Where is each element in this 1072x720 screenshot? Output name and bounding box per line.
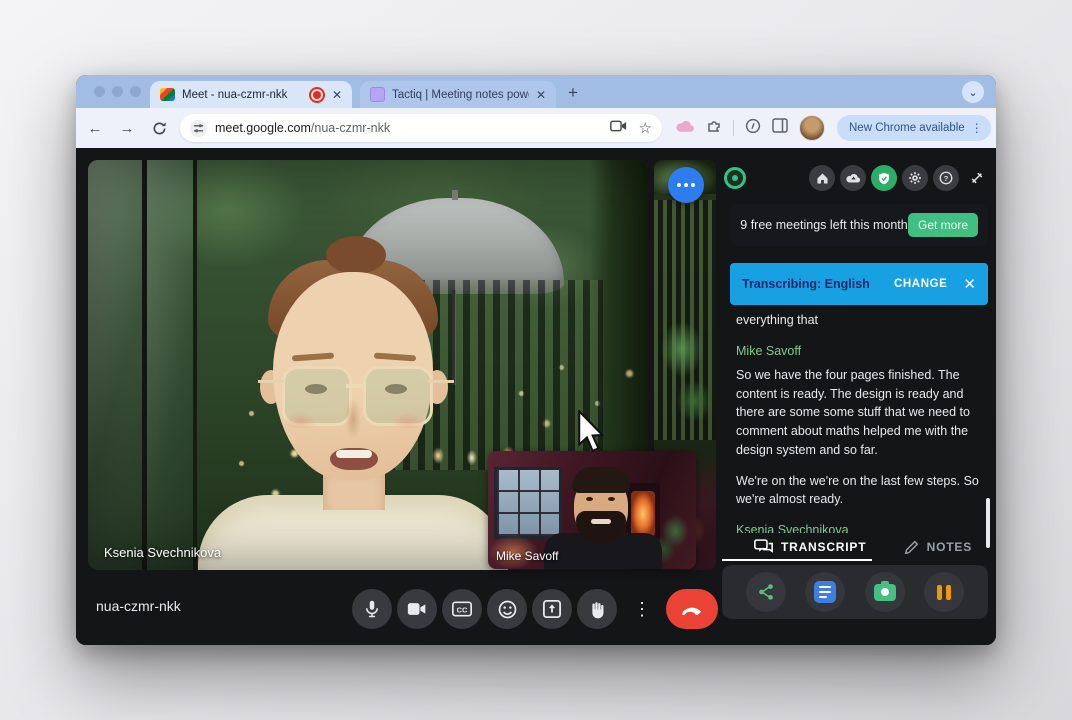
tactiq-sidebar: ? 9 free meetings left this month Get mo… [722, 160, 990, 640]
cloud-upload-icon[interactable] [840, 165, 866, 191]
tactiq-logo-icon[interactable] [724, 167, 746, 189]
update-pill-label: New Chrome available [849, 122, 965, 134]
transcript-text: We're on the we're on the last few steps… [736, 472, 982, 510]
close-tab-icon[interactable]: ✕ [536, 89, 546, 101]
raise-hand-icon[interactable] [577, 589, 617, 629]
end-call-icon[interactable] [666, 589, 718, 629]
close-icon[interactable]: ✕ [963, 275, 976, 293]
home-icon[interactable] [809, 165, 835, 191]
tactiq-cloud-icon[interactable] [676, 119, 695, 138]
meet-favicon [160, 88, 175, 101]
free-meetings-banner: 9 free meetings left this month Get more [730, 204, 988, 246]
tab-label: NOTES [927, 540, 972, 554]
reload-icon[interactable] [146, 115, 172, 141]
transcribing-label: Transcribing: English [742, 277, 870, 291]
meet-page: Ksenia Svechnikova Mike Savoff [76, 148, 996, 645]
tab-search-button[interactable]: ⌄ [962, 81, 984, 103]
chrome-update-pill[interactable]: New Chrome available ⋮ [837, 115, 991, 141]
share-icon[interactable] [746, 572, 786, 612]
docs-icon[interactable] [805, 572, 845, 612]
window-minimize-button[interactable] [112, 86, 123, 97]
bookmark-star-icon[interactable]: ☆ [639, 119, 652, 137]
tab-meet[interactable]: Meet - nua-czmr-nkk ✕ [150, 81, 352, 108]
active-tab-underline [722, 559, 872, 561]
new-tab-button[interactable]: + [568, 83, 578, 103]
url-text: meet.google.com/nua-czmr-nkk [215, 121, 604, 135]
mouse-cursor [576, 410, 608, 461]
recording-indicator-icon [309, 87, 325, 103]
more-menu-icon[interactable]: ⋮ [971, 121, 983, 135]
tab-notes[interactable]: NOTES [904, 540, 972, 555]
url-domain: meet.google.com [215, 121, 311, 135]
help-icon[interactable]: ? [933, 165, 959, 191]
extensions-puzzle-icon[interactable] [706, 118, 722, 139]
forward-icon[interactable]: → [114, 115, 140, 141]
svg-text:?: ? [944, 174, 949, 183]
more-options-icon[interactable]: ⋮ [622, 589, 662, 629]
transcript-speaker: Mike Savoff [736, 344, 982, 358]
extension-circle-icon[interactable] [745, 118, 761, 139]
tab-label: TRANSCRIPT [781, 540, 866, 554]
tactiq-favicon [370, 87, 385, 102]
address-bar[interactable]: meet.google.com/nua-czmr-nkk ☆ [180, 114, 662, 142]
close-tab-icon[interactable]: ✕ [332, 89, 342, 101]
tab-title: Meet - nua-czmr-nkk [182, 89, 302, 101]
desktop-background: Meet - nua-czmr-nkk ✕ Tactiq | Meeting n… [0, 0, 1072, 720]
tactiq-tabs: TRANSCRIPT NOTES [730, 534, 988, 560]
side-panel-icon[interactable] [772, 118, 788, 138]
person-hair [572, 467, 630, 493]
tab-title: Tactiq | Meeting notes powe [392, 89, 529, 101]
change-language-button[interactable]: CHANGE [894, 278, 947, 290]
get-more-button[interactable]: Get more [908, 213, 978, 237]
reactions-icon[interactable] [487, 589, 527, 629]
window-zoom-button[interactable] [130, 86, 141, 97]
transcript-text: everything that [736, 311, 982, 330]
participant-name-label: Ksenia Svechnikova [104, 545, 221, 560]
microphone-icon[interactable] [352, 589, 392, 629]
screenshot-camera-icon[interactable] [865, 572, 905, 612]
camera-permission-icon[interactable] [610, 119, 627, 138]
transcript-list[interactable]: everything that Mike Savoff So we have the… [730, 305, 988, 533]
shield-check-icon[interactable] [871, 165, 897, 191]
svg-text:CC: CC [457, 605, 468, 614]
tab-strip: Meet - nua-czmr-nkk ✕ Tactiq | Meeting n… [76, 75, 996, 108]
camera-icon[interactable] [397, 589, 437, 629]
pip-video-tile[interactable]: Mike Savoff [488, 451, 696, 569]
free-meetings-text: 9 free meetings left this month [740, 217, 908, 233]
meeting-code-label: nua-czmr-nkk [96, 598, 181, 614]
person-eye [586, 497, 593, 501]
url-path: /nua-czmr-nkk [311, 121, 390, 135]
tab-transcript[interactable]: TRANSCRIPT [754, 539, 866, 555]
participant-name-label: Mike Savoff [496, 549, 558, 563]
profile-avatar[interactable] [799, 115, 825, 141]
transcript-speaker: Ksenia Svechnikova [736, 523, 982, 533]
present-icon[interactable] [532, 589, 572, 629]
tactiq-action-bar [722, 565, 988, 619]
gear-icon[interactable] [902, 165, 928, 191]
person-eye [608, 497, 615, 501]
pencil-icon [904, 540, 919, 555]
browser-toolbar: ← → meet.google.com/nua-czmr-nkk ☆ New C… [76, 108, 996, 148]
captions-icon[interactable]: CC [442, 589, 482, 629]
scene-window [494, 467, 562, 539]
scene-plants [654, 310, 716, 440]
tactiq-header: ? [724, 162, 990, 194]
person-mouth [591, 519, 611, 524]
floating-chat-dots-bubble[interactable] [668, 167, 704, 203]
transcribing-language-bar: Transcribing: English CHANGE ✕ [730, 263, 988, 305]
toolbar-divider [733, 120, 734, 136]
pause-icon[interactable] [924, 572, 964, 612]
site-settings-tune-icon[interactable] [190, 120, 207, 137]
back-icon[interactable]: ← [82, 115, 108, 141]
chat-icon [754, 539, 773, 555]
plug-icon[interactable] [964, 165, 990, 191]
browser-window: Meet - nua-czmr-nkk ✕ Tactiq | Meeting n… [76, 75, 996, 645]
transcript-text: So we have the four pages finished. The … [736, 366, 982, 460]
window-close-button[interactable] [94, 86, 105, 97]
tab-tactiq[interactable]: Tactiq | Meeting notes powe ✕ [360, 81, 556, 108]
